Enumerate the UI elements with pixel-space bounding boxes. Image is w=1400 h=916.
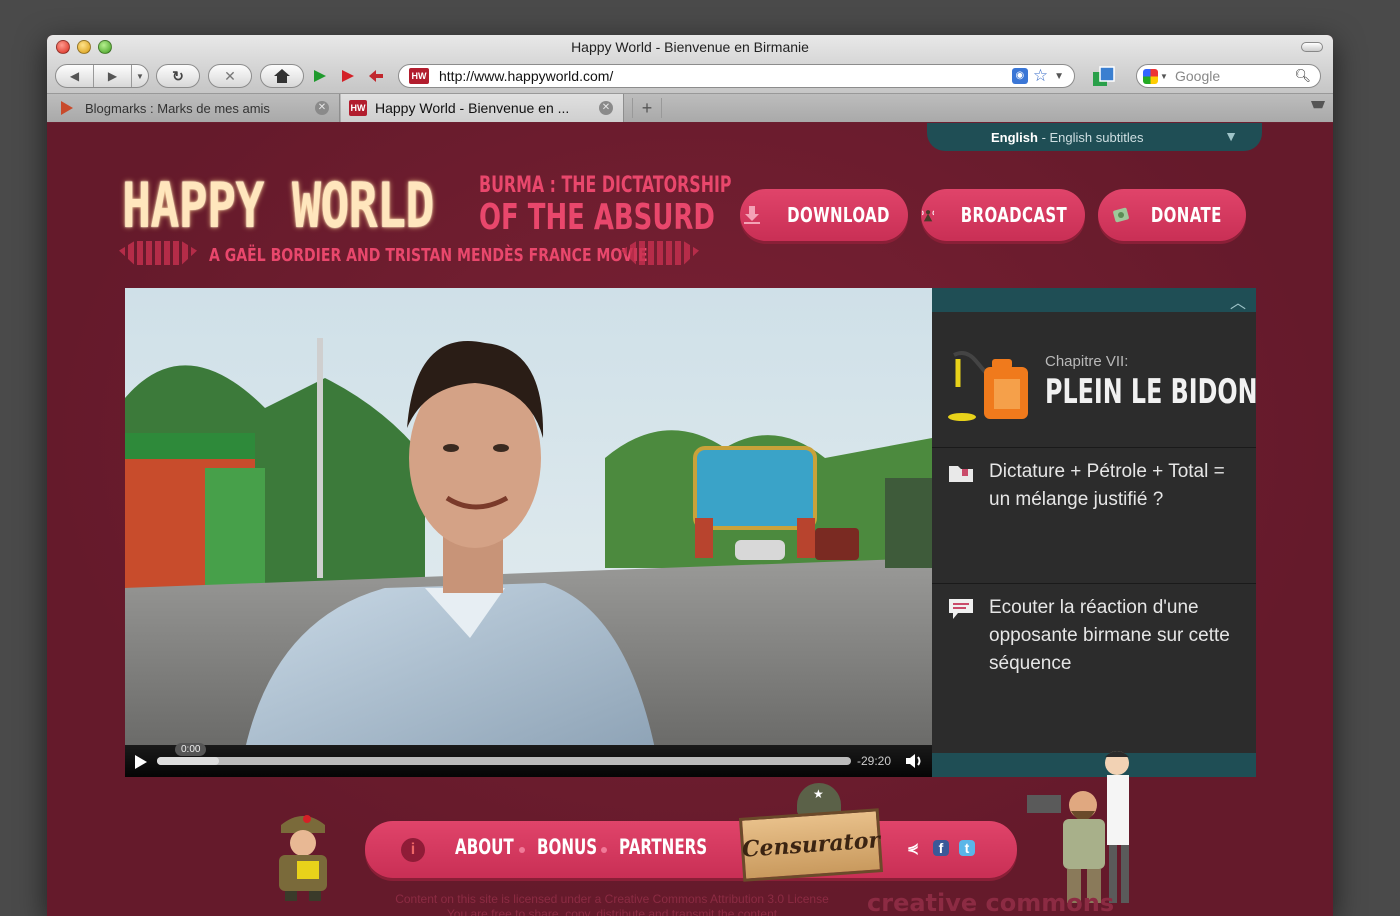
chapter-header: Chapitre VII: PLEIN LE BIDON: [932, 312, 1258, 448]
seek-bar[interactable]: 0:00: [157, 743, 851, 765]
chapter-panel: ︿ Chapitre VII: PLEIN LE BIDON Dictature…: [932, 288, 1258, 777]
url-text[interactable]: http://www.happyworld.com/: [439, 68, 1012, 84]
search-engine-icon[interactable]: ▼: [1143, 68, 1169, 84]
stop-icon: ✕: [224, 67, 236, 84]
chapter-item-text: Dictature + Pétrole + Total = un mélange…: [989, 461, 1225, 510]
tab-bar: Blogmarks : Marks de mes amis ✕ HW Happy…: [47, 93, 1333, 122]
search-field[interactable]: ▼ Google 🔍︎: [1136, 64, 1321, 88]
tab-blogmarks[interactable]: Blogmarks : Marks de mes amis ✕: [47, 94, 340, 122]
video-controls: 0:00 -29:20: [125, 743, 932, 777]
license-text: Content on this site is licensed under a…: [377, 892, 847, 916]
chapter-item-text: Ecouter la réaction d'une opposante birm…: [989, 597, 1230, 674]
back-icon[interactable]: ◀: [56, 69, 93, 83]
license-line2: You are free to share, copy, distribute …: [446, 907, 778, 916]
about-link[interactable]: ABOUT: [455, 835, 514, 859]
separator-dot: [519, 847, 525, 853]
chapter-label: Chapitre VII:: [1045, 353, 1129, 370]
censurator-button[interactable]: Censurator: [738, 808, 884, 882]
broadcast-button[interactable]: BROADCAST: [921, 189, 1085, 241]
home-button[interactable]: [260, 64, 304, 88]
back-forward-group: ◀ ▶ ▼: [55, 64, 149, 88]
chevron-down-icon[interactable]: ▼: [1224, 128, 1238, 144]
remaining-time: -29:20: [857, 754, 892, 768]
language-name: English: [991, 129, 1038, 145]
soldier-helmet-icon: [797, 783, 841, 815]
bonus-link[interactable]: BONUS: [537, 835, 597, 859]
site-logo[interactable]: HAPPY WORLD: [122, 169, 434, 242]
rss-icon[interactable]: ◉: [1011, 68, 1028, 84]
stop-button[interactable]: ✕: [208, 64, 252, 88]
play-icon[interactable]: [135, 755, 147, 769]
seek-progress: [157, 757, 220, 765]
license-line1: Content on this site is licensed under a…: [395, 892, 829, 906]
folder-icon: [949, 466, 973, 482]
logo-credit: A GAËL BORDIER AND TRISTAN MENDÈS FRANCE…: [209, 245, 648, 266]
addon-icon[interactable]: [1092, 66, 1116, 88]
donate-button[interactable]: DONATE: [1098, 189, 1246, 241]
download-icon: [743, 206, 760, 224]
site-favicon: HW: [409, 68, 429, 84]
browser-window: Happy World - Bienvenue en Birmanie ◀ ▶ …: [47, 35, 1333, 916]
creative-commons-logo[interactable]: creative commons: [867, 889, 1114, 916]
home-icon: [274, 69, 290, 83]
footer-nav: i ABOUT BONUS PARTNERS ⋞ f t: [365, 821, 1017, 878]
broadcast-icon: [921, 210, 935, 222]
url-dropdown-icon[interactable]: ▼: [1054, 71, 1064, 82]
window-title: Happy World - Bienvenue en Birmanie: [571, 39, 809, 55]
jerrycan-icon: [948, 351, 1028, 421]
close-tab-icon[interactable]: ✕: [315, 101, 329, 115]
happyworld-favicon: HW: [349, 100, 367, 116]
reload-button[interactable]: ↻: [156, 64, 200, 88]
general-character-icon: [279, 815, 327, 901]
separator-dot: [601, 847, 607, 853]
chapter-item[interactable]: Ecouter la réaction d'une opposante birm…: [932, 584, 1256, 720]
info-icon[interactable]: i: [401, 838, 425, 862]
donate-label: DONATE: [1150, 203, 1222, 227]
bookmark-share-icon[interactable]: [369, 69, 383, 83]
subtitle-info: - English subtitles: [1037, 129, 1144, 145]
browser-chrome: Happy World - Bienvenue en Birmanie ◀ ▶ …: [47, 35, 1333, 122]
bookmark-red-icon[interactable]: [341, 69, 355, 83]
partners-link[interactable]: PARTNERS: [619, 835, 707, 859]
forward-icon[interactable]: ▶: [94, 69, 131, 83]
download-label: DOWNLOAD: [786, 203, 890, 227]
address-bar[interactable]: HW http://www.happyworld.com/ ◉ ☆ ▼: [398, 64, 1075, 88]
search-icon[interactable]: 🔍︎: [1294, 68, 1311, 84]
bookmark-star-icon[interactable]: ☆: [1033, 66, 1048, 86]
tab-label: Happy World - Bienvenue en ...: [375, 100, 570, 116]
tab-list-icon[interactable]: [1311, 101, 1325, 109]
close-tab-icon[interactable]: ✕: [599, 101, 613, 115]
logo-subtitle-line2: OF THE ABSURD: [479, 197, 715, 238]
money-icon: [1112, 207, 1129, 223]
speech-bubble-icon: [949, 599, 973, 619]
toolbar-toggle-button[interactable]: [1301, 42, 1323, 52]
ornament-right-icon: [621, 241, 699, 265]
new-tab-button[interactable]: +: [632, 98, 662, 118]
download-button[interactable]: DOWNLOAD: [740, 189, 908, 241]
filmmakers-characters-icon: [1027, 751, 1129, 903]
tab-happy-world[interactable]: HW Happy World - Bienvenue en ... ✕: [341, 94, 624, 122]
volume-icon[interactable]: [905, 753, 923, 769]
tab-label: Blogmarks : Marks de mes amis: [85, 100, 270, 116]
share-icon[interactable]: ⋞: [903, 838, 923, 858]
current-time: 0:00: [175, 743, 207, 756]
video-frame[interactable]: [125, 288, 932, 749]
facebook-icon[interactable]: f: [933, 840, 949, 856]
twitter-icon[interactable]: t: [959, 840, 975, 856]
language-selector[interactable]: English - English subtitles ▼: [927, 123, 1262, 151]
chapter-title: PLEIN LE BIDON: [1045, 372, 1258, 412]
chapter-item[interactable]: Dictature + Pétrole + Total = un mélange…: [932, 448, 1256, 584]
panel-header: ︿: [932, 288, 1256, 312]
logo-subtitle-line1: BURMA : THE DICTATORSHIP: [479, 173, 732, 198]
ornament-left-icon: [119, 241, 197, 265]
web-page: English - English subtitles ▼ HAPPY WORL…: [47, 123, 1333, 916]
chevron-up-icon[interactable]: ︿: [1230, 289, 1246, 313]
reload-icon: ↻: [172, 67, 184, 84]
bookmark-green-icon[interactable]: [313, 69, 327, 83]
broadcast-label: BROADCAST: [960, 203, 1068, 227]
blogmarks-icon: [61, 101, 73, 115]
cc-text: creative commons: [867, 889, 1115, 916]
search-placeholder: Google: [1175, 68, 1221, 84]
history-dropdown-icon[interactable]: ▼: [132, 72, 148, 81]
